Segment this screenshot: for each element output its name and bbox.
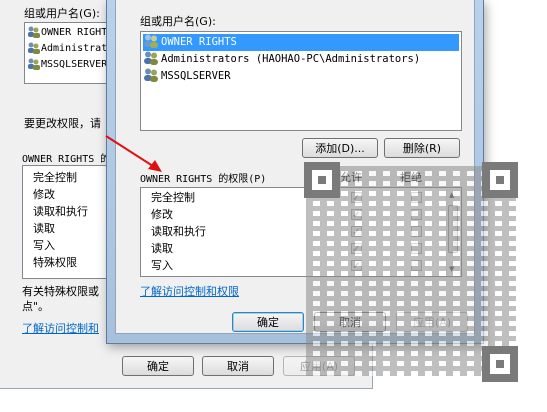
bg-perm-item: 写入 (33, 239, 55, 252)
user-mssqlserver[interactable]: MSSQLSERVER (143, 68, 231, 85)
bg-perm-item: 特殊权限 (33, 256, 77, 269)
scroll-down-icon[interactable]: ▼ (449, 265, 454, 273)
deny-checkbox[interactable] (411, 243, 422, 254)
permission-row: 修改 (151, 206, 451, 224)
deny-checkbox[interactable] (411, 192, 422, 203)
bg-learn-link[interactable]: 了解访问控制和 (22, 320, 99, 336)
allow-checkbox[interactable] (351, 207, 362, 224)
add-button[interactable]: 添加(D)... (302, 138, 378, 158)
deny-checkbox[interactable] (411, 209, 422, 220)
bg-change-perm-text: 要更改权限，请 (24, 117, 101, 130)
learn-access-control-link[interactable]: 了解访问控制和权限 (140, 283, 239, 299)
users-icon (27, 58, 41, 70)
users-icon (143, 51, 159, 65)
allow-checkbox[interactable] (351, 190, 362, 207)
permission-name: 修改 (151, 208, 173, 221)
user-owner-rights[interactable]: OWNER RIGHTS (143, 34, 459, 51)
permission-row: 写入 (151, 257, 451, 275)
group-or-user-label: 组或用户名(G): (140, 15, 216, 28)
permission-name: 读取 (151, 242, 173, 255)
users-icon (143, 34, 159, 48)
bg-perm-item: 修改 (33, 188, 55, 201)
bg-apply-button[interactable]: 应用(A) (283, 356, 355, 376)
allow-checkbox[interactable] (351, 224, 362, 241)
bg-group-label: 组或用户名(G): (24, 7, 100, 20)
allow-checkbox[interactable] (351, 241, 362, 258)
bg-special-text-1: 有关特殊权限或 (22, 285, 99, 298)
scroll-thumb[interactable] (448, 205, 458, 253)
scroll-up-icon[interactable]: ▲ (449, 191, 454, 199)
user-list[interactable]: OWNER RIGHTS Administrators (HAOHAO-PC\A… (140, 31, 462, 131)
allow-header: 允许 (340, 171, 362, 184)
bg-cancel-button[interactable]: 取消 (202, 356, 274, 376)
bg-ok-button[interactable]: 确定 (122, 356, 194, 376)
bg-perm-item: 完全控制 (33, 171, 77, 184)
permission-row: 读取和执行 (151, 223, 451, 241)
deny-header: 拒绝 (400, 171, 422, 184)
ok-button[interactable]: 确定 (232, 312, 304, 332)
deny-checkbox[interactable] (411, 260, 422, 271)
users-icon (27, 26, 41, 38)
permission-row: 读取 (151, 240, 451, 258)
bg-permission-list: 完全控制 修改 读取和执行 读取 写入 特殊权限 (22, 165, 116, 279)
users-icon (27, 42, 41, 54)
user-administrators[interactable]: Administrators (HAOHAO-PC\Administrators… (143, 51, 420, 68)
bg-perm-label: OWNER RIGHTS 的 (22, 154, 111, 165)
permission-row: 完全控制 (151, 189, 451, 207)
bg-special-text-2: 点"。 (22, 300, 50, 313)
permission-name: 完全控制 (151, 191, 195, 204)
allow-checkbox[interactable] (351, 258, 362, 275)
deny-checkbox[interactable] (411, 226, 422, 237)
permissions-table: 完全控制 修改 读取和执行 读取 写入 (140, 187, 462, 277)
permission-name: 读取和执行 (151, 225, 206, 238)
apply-button[interactable]: 应用(A) (396, 312, 468, 332)
bg-user-owner-rights[interactable]: OWNER RIGHTS (27, 25, 113, 40)
annotation-arrow-icon (105, 135, 162, 172)
cancel-button[interactable]: 取消 (314, 312, 386, 332)
bg-perm-item: 读取和执行 (33, 205, 88, 218)
remove-button[interactable]: 删除(R) (384, 138, 460, 158)
permissions-scrollbar[interactable]: ▲ ▼ (446, 189, 460, 275)
users-icon (143, 68, 159, 82)
bg-perm-item: 读取 (33, 222, 55, 235)
permission-name: 写入 (151, 259, 173, 272)
bg-user-mssqlserver[interactable]: MSSQLSERVER (27, 57, 107, 72)
